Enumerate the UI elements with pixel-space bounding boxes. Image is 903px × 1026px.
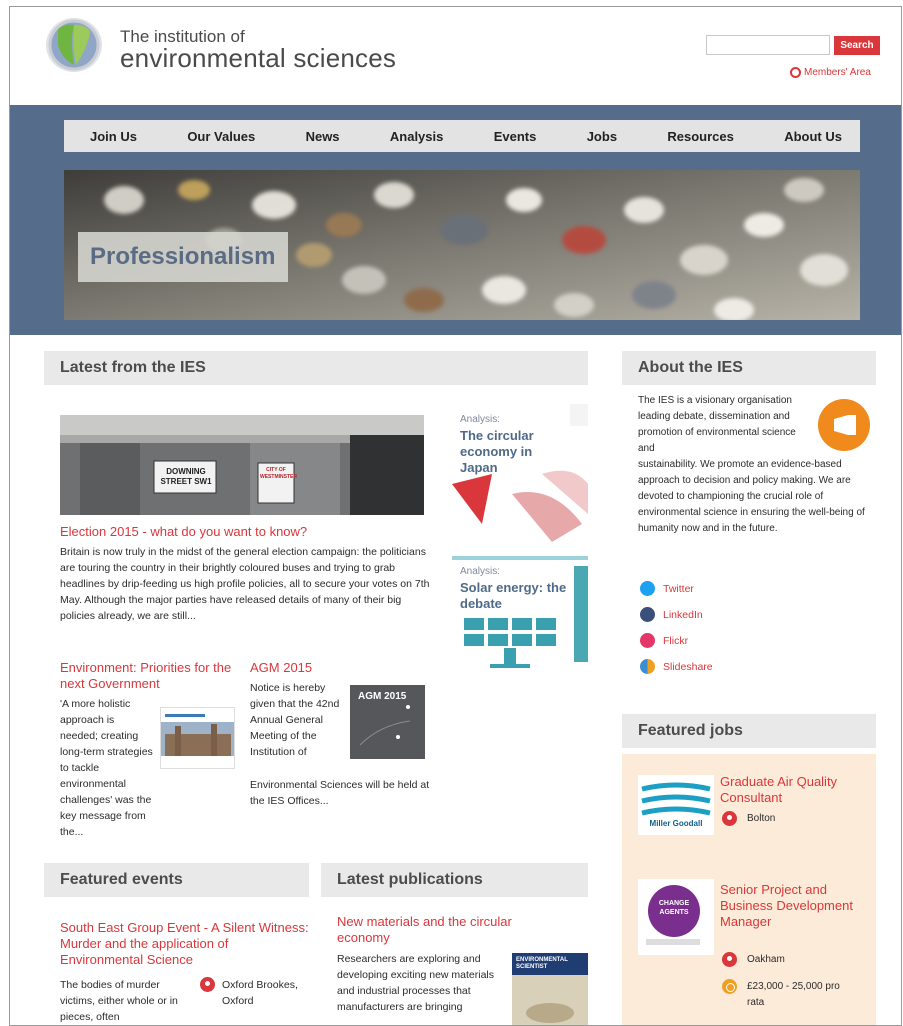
agm-story-text-continued: Environmental Sciences will be held at t… — [250, 779, 430, 807]
nav-our-values[interactable]: Our Values — [187, 129, 255, 144]
flickr-label: Flickr — [663, 634, 689, 647]
social-slideshare-link[interactable]: Slideshare — [640, 659, 713, 674]
about-text-continued: sustainability. We promote an evidence-b… — [638, 459, 865, 534]
user-icon — [790, 67, 801, 78]
events-heading: Featured events — [44, 863, 309, 897]
agm-thumbnail[interactable]: AGM 2015 — [350, 685, 425, 759]
job-1-title[interactable]: Graduate Air Quality Consultant — [720, 774, 870, 806]
publication-text: Researchers are exploring and developing… — [337, 953, 495, 1013]
job-2-location: Oakham — [722, 952, 785, 967]
miller-goodall-logo-text: Miller Goodall — [649, 819, 703, 828]
publication-title[interactable]: New materials and the circular economy — [337, 914, 557, 946]
about-heading: About the IES — [622, 351, 876, 385]
change-agents-logo-text: CHANGE AGENTS — [658, 900, 690, 916]
about-text: The IES is a visionary organisation lead… — [638, 395, 796, 454]
linkedin-label: LinkedIn — [663, 608, 703, 621]
location-pin-icon — [722, 811, 737, 826]
social-flickr-link[interactable]: Flickr — [640, 633, 688, 648]
publications-heading: Latest publications — [321, 863, 588, 897]
nav-jobs[interactable]: Jobs — [587, 129, 617, 144]
election-story-title[interactable]: Election 2015 - what do you want to know… — [60, 524, 440, 540]
parliament-photo — [161, 708, 234, 768]
members-area-label: Members' Area — [804, 67, 871, 78]
event-text: The bodies of murder victims, either who… — [60, 979, 178, 1023]
job-2-title[interactable]: Senior Project and Business Development … — [720, 882, 870, 930]
members-area-link[interactable]: Members' Area — [790, 67, 871, 78]
analysis-card-1[interactable]: Analysis: The circular economy in Japan — [452, 404, 588, 542]
twitter-label: Twitter — [663, 582, 694, 595]
election-story-text: Britain is now truly in the midst of the… — [60, 546, 430, 622]
analysis-2-title: Solar energy: the debate — [460, 580, 567, 611]
analysis-1-kicker: Analysis: — [460, 414, 501, 425]
environment-story-text: 'A more holistic approach is needed; cre… — [60, 698, 153, 838]
downing-street-photo — [60, 415, 424, 515]
election-story-image[interactable]: DOWNING STREET SW1 CITY OF WESTMINSTER — [60, 415, 424, 515]
event-location-pin-icon — [200, 977, 215, 992]
location-pin-icon — [722, 952, 737, 967]
search-button[interactable]: Search — [834, 36, 880, 55]
job-1-location: Bolton — [722, 811, 775, 826]
slideshare-label: Slideshare — [663, 660, 713, 673]
nav-join-us[interactable]: Join Us — [90, 129, 137, 144]
page-frame: The institution of environmental science… — [9, 6, 902, 1026]
megaphone-icon — [818, 399, 870, 451]
twitter-icon — [640, 581, 655, 596]
job-2-salary: £23,000 - 25,000 pro rata — [722, 979, 857, 1011]
analysis-1-title: The circular economy in Japan — [460, 428, 534, 475]
jobs-heading: Featured jobs — [622, 714, 876, 748]
nav-resources[interactable]: Resources — [667, 129, 733, 144]
agm-story-text: Notice is hereby given that the 42nd Ann… — [250, 682, 340, 758]
job-1-location-label: Bolton — [747, 813, 776, 824]
latest-heading: Latest from the IES — [44, 351, 588, 385]
hero-label: Professionalism — [78, 232, 288, 282]
hero-banner[interactable]: Professionalism — [64, 170, 860, 320]
nav-about-us[interactable]: About Us — [784, 129, 842, 144]
change-agents-logo[interactable]: CHANGE AGENTS — [638, 879, 714, 955]
street-sign-text: DOWNING STREET SW1 — [160, 467, 212, 486]
flickr-icon — [640, 633, 655, 648]
job-2-location-label: Oakham — [747, 954, 785, 965]
job-2-salary-label: £23,000 - 25,000 pro rata — [747, 981, 840, 1008]
slideshare-icon — [640, 659, 655, 674]
event-title[interactable]: South East Group Event - A Silent Witnes… — [60, 920, 312, 968]
social-linkedin-link[interactable]: LinkedIn — [640, 607, 703, 622]
nav-news[interactable]: News — [306, 129, 340, 144]
publication-cover[interactable]: ENVIRONMENTAL SCIENTIST — [512, 953, 588, 1025]
salary-icon — [722, 979, 737, 994]
ies-logo[interactable] — [44, 15, 104, 73]
linkedin-icon — [640, 607, 655, 622]
main-nav: Join Us Our Values News Analysis Events … — [64, 120, 860, 152]
logo-text-main: environmental sciences — [120, 43, 397, 73]
social-twitter-link[interactable]: Twitter — [640, 581, 694, 596]
nav-events[interactable]: Events — [494, 129, 537, 144]
environment-story-thumbnail[interactable] — [160, 707, 235, 769]
environment-story-title[interactable]: Environment: Priorities for the next Gov… — [60, 660, 240, 692]
miller-goodall-logo[interactable]: Miller Goodall — [638, 775, 714, 835]
event-location: Oxford Brookes, Oxford — [222, 979, 298, 1007]
agm-thumb-graphic — [359, 705, 411, 746]
agm-story-title[interactable]: AGM 2015 — [250, 660, 350, 676]
search-input[interactable] — [706, 35, 830, 55]
analysis-card-2[interactable]: Analysis: Solar energy: the debate — [452, 556, 588, 694]
nav-analysis[interactable]: Analysis — [390, 129, 443, 144]
borough-sign-text: CITY OF WESTMINSTER — [260, 467, 297, 480]
analysis-2-kicker: Analysis: — [460, 566, 501, 577]
